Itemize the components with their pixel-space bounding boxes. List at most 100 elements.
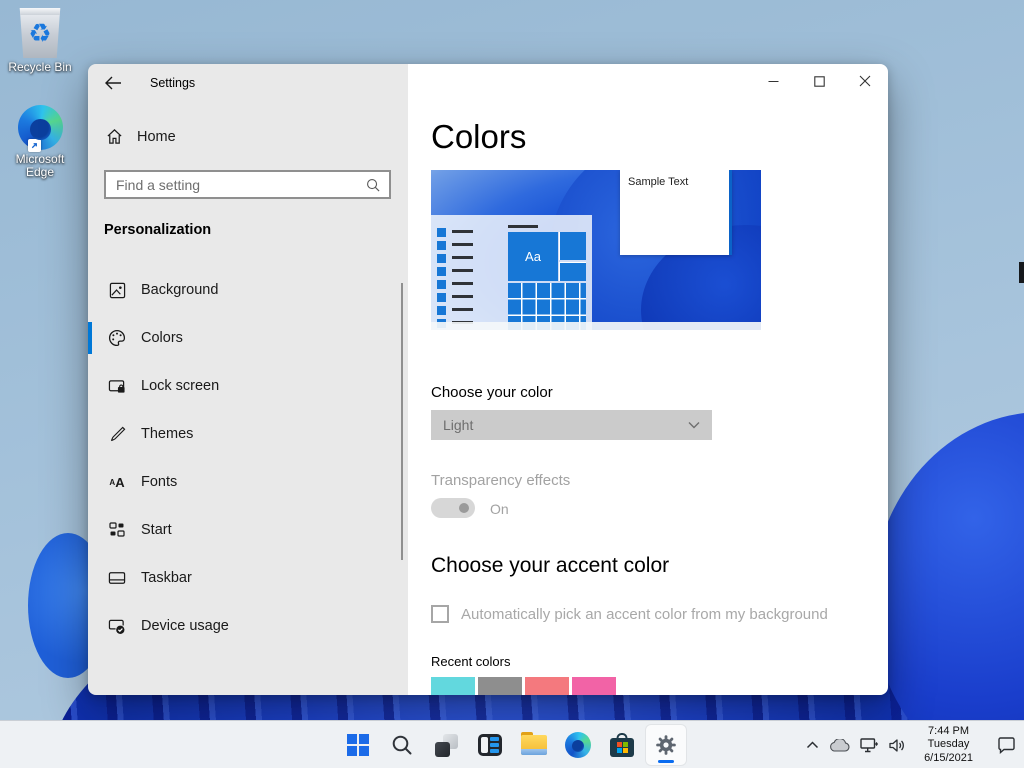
shortcut-arrow-icon [28,139,41,152]
toggle-state-label: On [490,501,509,517]
start-button[interactable] [338,725,378,765]
widgets-icon [478,734,502,756]
window-title: Settings [150,76,195,90]
volume-icon[interactable] [889,738,906,753]
search-icon[interactable] [366,178,380,192]
clock-time: 7:44 PM [924,725,973,739]
recent-color-swatch[interactable] [525,677,569,695]
system-tray: 7:44 PM Tuesday 6/15/2021 [806,721,1016,768]
screen-edge-mark [1019,262,1024,283]
recent-color-swatch[interactable] [478,677,522,695]
tray-overflow-chevron-icon[interactable] [806,741,819,749]
search-input[interactable] [106,177,366,193]
device-usage-icon [108,617,126,635]
settings-button[interactable] [646,725,686,765]
chevron-down-icon [688,421,700,429]
recycle-bin-desktop-icon[interactable]: ♻ Recycle Bin [0,8,80,74]
taskbar-icon [108,569,126,587]
notification-center-icon[interactable] [997,737,1016,754]
sidebar-item-label: Lock screen [141,378,219,394]
widgets-button[interactable] [470,725,510,765]
taskbar-app-buttons [338,725,686,765]
desktop-icon-label: Recycle Bin [0,61,80,74]
onedrive-cloud-icon[interactable] [829,739,850,752]
sidebar-item-themes[interactable]: Themes [88,410,408,458]
edge-icon [18,105,63,150]
sidebar-item-label: Fonts [141,474,177,490]
palette-icon [108,329,126,347]
search-button[interactable] [382,725,422,765]
desktop-icon-label: Microsoft Edge [9,153,71,179]
gear-icon [654,733,678,757]
recent-color-swatch[interactable] [431,677,475,695]
sidebar-item-label: Colors [141,330,183,346]
sidebar-scrollbar[interactable] [401,283,403,560]
preview-start-menu: Aa [431,215,592,330]
sidebar-item-device-usage[interactable]: Device usage [88,602,408,650]
preview-sample-card: Sample Text [620,170,732,255]
home-label: Home [137,129,176,145]
settings-sidebar: Settings Home Personalization Background [88,64,408,695]
transparency-label: Transparency effects [431,472,570,489]
sidebar-item-fonts[interactable]: AA Fonts [88,458,408,506]
accent-color-heading: Choose your accent color [431,554,669,578]
store-button[interactable] [602,725,642,765]
lock-screen-icon [108,377,126,395]
page-title: Colors [431,118,526,156]
sidebar-item-label: Background [141,282,218,298]
preview-tile [559,232,586,260]
close-button[interactable] [842,64,888,98]
maximize-button[interactable] [796,64,842,98]
fonts-icon: AA [108,473,126,491]
task-view-icon [435,734,458,757]
preview-tile-aa: Aa [508,232,558,281]
sidebar-item-home[interactable]: Home [106,128,176,145]
color-mode-value: Light [443,417,473,433]
sidebar-item-lock-screen[interactable]: Lock screen [88,362,408,410]
preview-menu-lines [452,230,473,328]
preview-taskbar [431,322,761,330]
sidebar-item-label: Themes [141,426,193,442]
recent-colors-row [431,677,616,695]
sidebar-item-taskbar[interactable]: Taskbar [88,554,408,602]
windows-logo-icon [347,734,369,756]
preview-menu-bullets [437,228,446,328]
minimize-button[interactable] [750,64,796,98]
edge-icon [565,732,591,758]
window-controls [750,64,888,98]
sidebar-item-label: Start [141,522,172,538]
preview-tile [559,262,586,282]
settings-content: Colors Aa Sample Text Choose your color … [408,64,888,695]
sidebar-item-background[interactable]: Background [88,266,408,314]
sidebar-item-label: Taskbar [141,570,192,586]
section-header: Personalization [104,222,211,238]
recent-colors-label: Recent colors [431,654,510,669]
sidebar-nav: Background Colors Lock screen Themes [88,266,408,650]
auto-accent-row: Automatically pick an accent color from … [431,605,828,623]
search-box[interactable] [104,170,391,199]
brush-icon [108,425,126,443]
preview-tiles-header [508,225,538,228]
file-explorer-button[interactable] [514,725,554,765]
edge-button[interactable] [558,725,598,765]
recent-color-swatch[interactable] [572,677,616,695]
clock-day: Tuesday [924,738,973,752]
sidebar-item-start[interactable]: Start [88,506,408,554]
background-icon [108,281,126,299]
clock-date: 6/15/2021 [924,752,973,766]
transparency-toggle[interactable] [431,498,475,518]
sidebar-item-label: Device usage [141,618,229,634]
colors-preview-thumbnail: Aa Sample Text [431,170,761,330]
task-view-button[interactable] [426,725,466,765]
microsoft-edge-desktop-icon[interactable]: Microsoft Edge [0,105,80,179]
back-button[interactable] [104,75,124,93]
toggle-knob [459,503,469,513]
auto-accent-checkbox[interactable] [431,605,449,623]
start-grid-icon [108,521,126,539]
color-mode-dropdown[interactable]: Light [431,410,712,440]
sidebar-item-colors[interactable]: Colors [88,314,408,362]
taskbar-clock[interactable]: 7:44 PM Tuesday 6/15/2021 [924,725,973,766]
network-icon[interactable] [860,738,879,753]
store-icon [610,733,634,757]
sample-text: Sample Text [628,176,721,188]
